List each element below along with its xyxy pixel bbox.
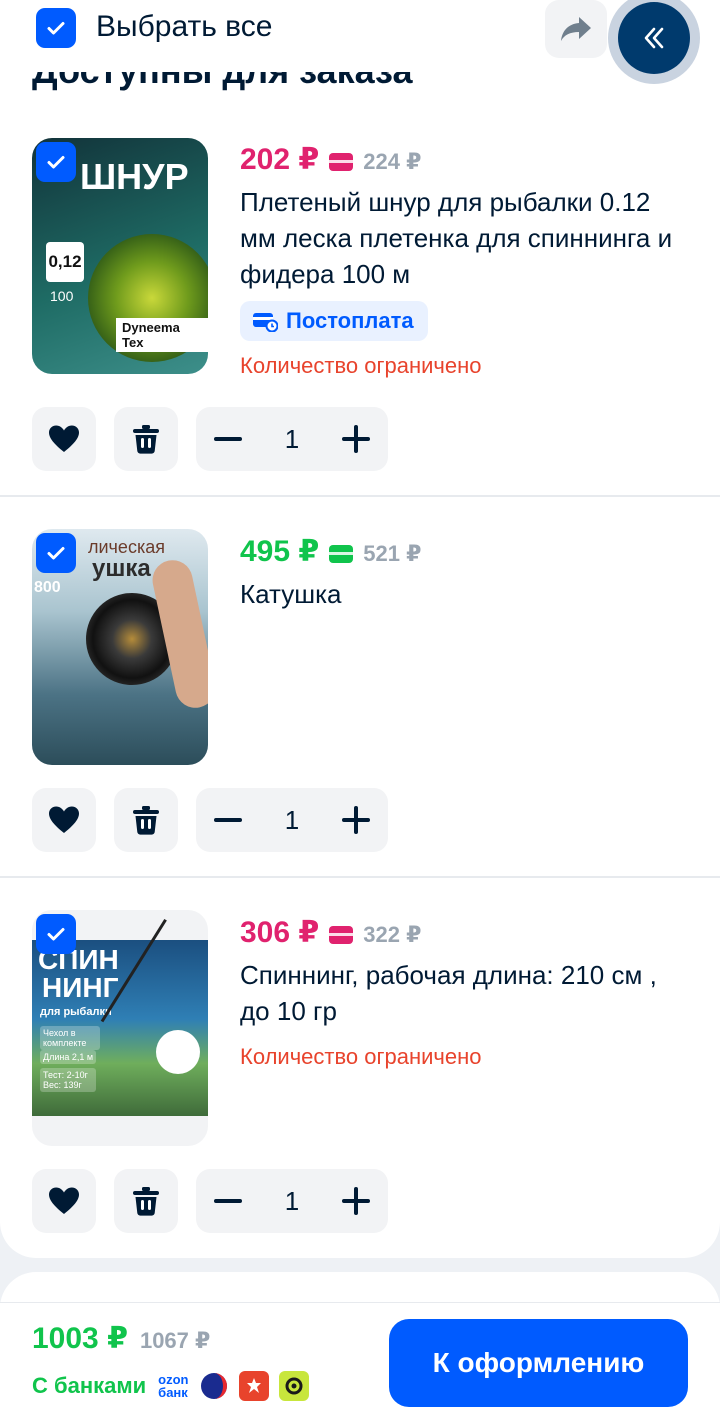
collapse-button-inner bbox=[618, 2, 690, 74]
product-image-rod[interactable]: СПИН НИНГ для рыбалки Чехол в комплекте … bbox=[32, 910, 208, 1146]
image-text: для рыбалки bbox=[40, 1006, 112, 1018]
quantity-stepper[interactable]: 1 bbox=[196, 407, 388, 471]
increment-button[interactable] bbox=[338, 421, 374, 457]
trash-icon bbox=[133, 1187, 159, 1216]
cart-card: Доступны для заказа ШНУР 0,12 100 Dyneem… bbox=[0, 0, 720, 1258]
image-text: Dyneema Tex bbox=[116, 318, 208, 352]
minus-icon bbox=[214, 818, 242, 822]
banks-row[interactable]: С банками ozon банк bbox=[32, 1371, 309, 1401]
item-checkbox[interactable] bbox=[36, 533, 76, 573]
image-text: Длина 2,1 м bbox=[40, 1050, 97, 1064]
trash-icon bbox=[133, 425, 159, 454]
wallet-clock-icon bbox=[253, 313, 278, 332]
image-text: 800 bbox=[34, 579, 61, 596]
favorite-button[interactable] bbox=[32, 407, 96, 471]
decrement-button[interactable] bbox=[210, 802, 246, 838]
ozon-card-icon bbox=[329, 926, 354, 944]
item-actions: 1 bbox=[32, 407, 388, 471]
ozon-card-icon bbox=[329, 545, 354, 563]
checkout-button[interactable]: К оформлению bbox=[389, 1319, 688, 1407]
check-icon bbox=[47, 156, 65, 169]
divider bbox=[0, 495, 720, 497]
total-row: 1003 ₽ 1067 ₽ bbox=[32, 1321, 210, 1356]
badge-label: Постоплата bbox=[286, 308, 414, 333]
product-title[interactable]: Плетеный шнур для рыбалки 0.12 мм леска … bbox=[240, 184, 680, 292]
minus-icon bbox=[214, 1199, 242, 1203]
product-image-braid[interactable]: ШНУР 0,12 100 Dyneema Tex bbox=[32, 138, 208, 374]
decrement-button[interactable] bbox=[210, 1183, 246, 1219]
heart-icon bbox=[49, 806, 79, 833]
check-icon bbox=[47, 928, 65, 941]
limited-label: Количество ограничено bbox=[240, 353, 482, 378]
plus-icon bbox=[342, 425, 370, 453]
quantity-stepper[interactable]: 1 bbox=[196, 1169, 388, 1233]
item-actions: 1 bbox=[32, 788, 388, 852]
delete-button[interactable] bbox=[114, 1169, 178, 1233]
old-price: 521 ₽ bbox=[363, 541, 422, 566]
bank-logo-icon bbox=[198, 1371, 229, 1401]
product-title[interactable]: Катушка bbox=[240, 576, 680, 612]
ozon-bank-logo: ozon банк bbox=[158, 1373, 188, 1399]
heart-icon bbox=[49, 1187, 79, 1214]
item-checkbox[interactable] bbox=[36, 142, 76, 182]
item-actions: 1 bbox=[32, 1169, 388, 1233]
bank-logo-icon bbox=[238, 1371, 269, 1401]
image-text: Тест: 2-10г Вес: 139г bbox=[40, 1068, 96, 1092]
product-image-reel[interactable]: лическая ушка 800 bbox=[32, 529, 208, 765]
price-row: 202 ₽ 224 ₽ bbox=[240, 142, 421, 177]
price-row: 495 ₽ 521 ₽ bbox=[240, 534, 421, 569]
ozon-card-icon bbox=[329, 153, 354, 171]
image-text: НИНГ bbox=[42, 972, 119, 1003]
divider bbox=[0, 876, 720, 878]
total-old-price: 1067 ₽ bbox=[139, 1328, 211, 1353]
image-text: ушка bbox=[92, 555, 151, 582]
bank-logo-icon bbox=[278, 1371, 309, 1401]
select-all-checkbox[interactable] bbox=[36, 8, 76, 48]
old-price: 322 ₽ bbox=[363, 922, 422, 947]
price: 495 ₽ bbox=[240, 535, 320, 568]
image-text: 0,12 bbox=[46, 242, 84, 282]
ozon-logo-line: банк bbox=[158, 1385, 188, 1400]
banks-label: С банками bbox=[32, 1373, 147, 1398]
price: 306 ₽ bbox=[240, 916, 320, 949]
select-all-label[interactable]: Выбрать все bbox=[96, 10, 272, 44]
product-title[interactable]: Спиннинг, рабочая длина: 210 см , до 10 … bbox=[240, 957, 690, 1029]
check-icon bbox=[47, 22, 65, 35]
price: 202 ₽ bbox=[240, 143, 320, 176]
old-price: 224 ₽ bbox=[363, 149, 422, 174]
favorite-button[interactable] bbox=[32, 788, 96, 852]
check-icon bbox=[47, 547, 65, 560]
favorite-button[interactable] bbox=[32, 1169, 96, 1233]
quantity-value: 1 bbox=[284, 1185, 300, 1216]
trash-icon bbox=[133, 806, 159, 835]
delete-button[interactable] bbox=[114, 788, 178, 852]
image-text: Чехол в комплекте bbox=[40, 1026, 100, 1050]
rod-poster: СПИН НИНГ для рыбалки Чехол в комплекте … bbox=[32, 918, 208, 1116]
checkout-bar: 1003 ₽ 1067 ₽ С банками ozon банк К офор… bbox=[0, 1302, 720, 1424]
quantity-stepper[interactable]: 1 bbox=[196, 788, 388, 852]
total-price: 1003 ₽ bbox=[32, 1322, 128, 1355]
logo-circle bbox=[156, 1030, 200, 1074]
increment-button[interactable] bbox=[338, 1183, 374, 1219]
heart-icon bbox=[49, 425, 79, 452]
postpay-badge[interactable]: Постоплата bbox=[240, 301, 428, 341]
decrement-button[interactable] bbox=[210, 421, 246, 457]
quantity-value: 1 bbox=[284, 423, 300, 454]
delete-button[interactable] bbox=[114, 407, 178, 471]
plus-icon bbox=[342, 1187, 370, 1215]
minus-icon bbox=[214, 437, 242, 441]
limited-label: Количество ограничено bbox=[240, 1044, 482, 1069]
price-row: 306 ₽ 322 ₽ bbox=[240, 915, 421, 950]
double-chevron-left-icon bbox=[644, 27, 664, 49]
share-icon bbox=[561, 17, 591, 41]
plus-icon bbox=[342, 806, 370, 834]
image-text: 100 bbox=[50, 288, 74, 304]
quantity-value: 1 bbox=[284, 804, 300, 835]
increment-button[interactable] bbox=[338, 802, 374, 838]
share-button[interactable] bbox=[545, 0, 607, 58]
item-checkbox[interactable] bbox=[36, 914, 76, 954]
image-text: ШНУР bbox=[80, 156, 189, 197]
